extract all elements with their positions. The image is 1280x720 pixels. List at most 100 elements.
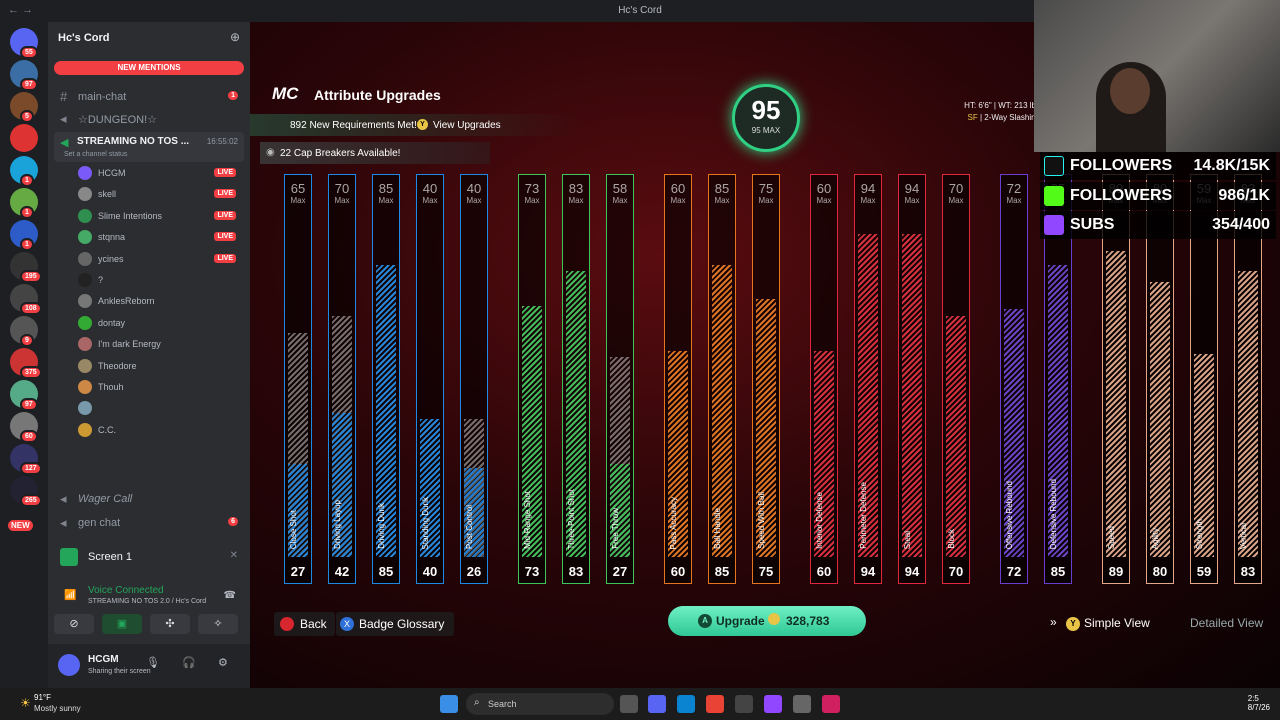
server-badge: 1 [20,174,34,187]
attribute-bar[interactable]: 60 Max Pass Accuracy 60 [664,174,692,584]
voice-icon: ◂ [60,515,67,530]
screen-share-panel[interactable]: Screen 1 ✕ [54,544,244,572]
detailed-view-option[interactable]: Detailed View [1190,616,1263,630]
max-label: Max [1006,196,1022,205]
voice-member[interactable]: ycines LIVE [78,250,244,270]
attribute-bar[interactable]: 94 Max Perimeter Defense 94 [854,174,882,584]
edge-icon[interactable] [677,695,695,713]
soundboard-button[interactable]: ✧ [198,614,238,634]
server-icon[interactable] [10,124,38,152]
tiktok-app-icon[interactable] [822,695,840,713]
voice-channel-path[interactable]: STREAMING NO TOS 2.0 / Hc's Cord [88,598,206,605]
channel-wager-call[interactable]: ◂ Wager Call [54,490,244,508]
voice-member[interactable] [78,399,244,419]
voice-member[interactable]: HCGM LIVE [78,164,244,184]
chevron-right-icon: » [1050,615,1057,629]
simple-view-option[interactable]: Simple View [1084,616,1150,630]
voice-member[interactable]: dontay [78,314,244,334]
system-tray[interactable]: 2:5 8/7/26 [1248,694,1270,712]
task-view-icon[interactable] [620,695,638,713]
attribute-current: 94 [860,564,876,579]
view-toggle[interactable]: » Y Simple View Detailed View [1046,612,1280,636]
attribute-bar[interactable]: 60 Max Interior Defense 60 [810,174,838,584]
x-button-icon: X [340,617,354,631]
attribute-bar[interactable]: 70 Max Block 70 [942,174,970,584]
attribute-max: 94 [860,181,876,196]
chrome-icon[interactable] [706,695,724,713]
vc-coin-icon [768,613,780,625]
windows-start-icon[interactable] [440,695,458,713]
attribute-bar[interactable]: 85 Max Ball Handle 85 [708,174,736,584]
badge-glossary-button[interactable]: X Badge Glossary [336,612,455,636]
disconnect-icon[interactable]: ☎ [224,590,236,601]
voice-member[interactable]: I'm dark Energy [78,335,244,355]
twitch-app-icon[interactable] [764,695,782,713]
attribute-current: 83 [1240,564,1256,579]
attribute-bar[interactable]: 65 Max Close Shot 27 [284,174,312,584]
member-name: ycines [98,253,124,264]
voice-member[interactable]: AnklesReborn [78,292,244,312]
attribute-bar[interactable]: 72 Max Offensive Rebound 72 [1000,174,1028,584]
signal-icon[interactable]: 📶 [64,590,76,601]
upgrade-button[interactable]: A Upgrade 328,783 [668,606,866,636]
camera-off-button[interactable]: ⊘ [54,614,94,634]
back-button[interactable]: Back [274,612,335,636]
screen-share-button[interactable]: ▣ [102,614,142,634]
settings-app-icon[interactable] [793,695,811,713]
server-header[interactable]: Hc's Cord ⊕ [48,22,250,54]
server-badge: 55 [20,46,38,59]
attribute-name: Close Shot [289,509,298,549]
channel-dungeon[interactable]: ◂ ☆DUNGEON!☆ [54,110,244,128]
attribute-bar[interactable]: 94 Max Steal 94 [898,174,926,584]
media-player-icon[interactable] [735,695,753,713]
server-name[interactable]: Hc's Cord [58,32,110,44]
discord-icon[interactable] [648,695,666,713]
server-badge: 265 [20,494,42,507]
channel-main-chat[interactable]: # main-chat 1 [54,88,244,106]
attribute-bar[interactable]: 83 Max Three-Point Shot 83 [562,174,590,584]
avatar [78,358,92,373]
voice-member[interactable]: C.C. [78,421,244,441]
attribute-current-fill [1238,271,1258,557]
tiktok-followers-goal: FOLLOWERS 14.8K/15K [1040,152,1276,180]
channel-status[interactable]: Set a channel status [64,151,127,158]
b-button-icon [280,617,294,631]
channel-gen-chat[interactable]: ◂ gen chat 6 [54,514,244,532]
attribute-current-fill [902,234,922,557]
attribute-max: 73 [524,181,540,196]
voice-member[interactable]: Theodore [78,357,244,377]
a-button-icon: A [698,614,712,628]
max-label: Max [758,196,774,205]
attribute-bar[interactable]: 73 Max Mid-Range Shot 73 [518,174,546,584]
attribute-bar[interactable]: 40 Max Post Control 26 [460,174,488,584]
voice-member[interactable]: skell LIVE [78,185,244,205]
attribute-max: 94 [904,181,920,196]
voice-member[interactable]: Slime Intentions LIVE [78,207,244,227]
add-member-icon[interactable]: ⊕ [230,30,240,44]
headphones-icon[interactable]: 🎧 [182,656,196,669]
new-indicator[interactable]: NEW [6,518,35,533]
attribute-bar[interactable]: 85 Max Driving Dunk 85 [372,174,400,584]
server-badge: 9 [20,334,34,347]
avatar[interactable] [58,654,80,676]
microphone-icon[interactable]: 🎙 [146,656,160,669]
max-label: Max [466,196,482,205]
voice-channel-streaming[interactable]: ◀ STREAMING NO TOS ... 16:55:02 Set a ch… [54,132,244,162]
voice-member[interactable]: Thouh [78,378,244,398]
attribute-bar[interactable]: 75 Max Speed With Ball 75 [752,174,780,584]
gear-icon[interactable]: ⚙ [218,656,228,669]
attribute-name: Offensive Rebound [1005,480,1014,549]
voice-member[interactable]: ? [78,271,244,291]
member-name: ? [98,275,104,285]
attribute-bar[interactable]: 40 Max Standing Dunk 40 [416,174,444,584]
attribute-current: 40 [422,564,438,579]
voice-member[interactable]: stqnna LIVE [78,228,244,248]
taskbar-search[interactable]: ⌕ Search [466,693,614,715]
attribute-name: Agility [1151,527,1160,549]
member-name: dontay [98,317,126,328]
close-icon[interactable]: ✕ [230,550,238,561]
new-mentions-banner[interactable]: NEW MENTIONS [54,61,244,75]
attribute-bar[interactable]: 58 Max Free Throw 27 [606,174,634,584]
activities-button[interactable]: ✣ [150,614,190,634]
attribute-bar[interactable]: 70 Max Driving Layup 42 [328,174,356,584]
